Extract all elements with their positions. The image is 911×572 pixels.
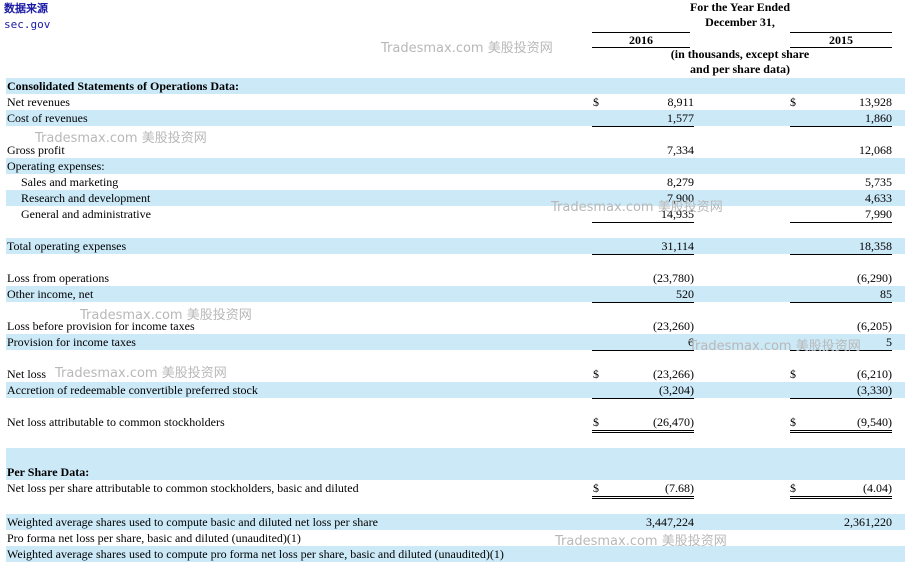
- units-note-line1: (in thousands, except share: [670, 47, 810, 61]
- data-source: 数据来源 sec.gov: [4, 1, 50, 33]
- section-title-operations: Consolidated Statements of Operations Da…: [6, 78, 905, 94]
- value-2015: (9,540): [790, 414, 892, 433]
- row-label: Weighted average shares used to compute …: [7, 547, 504, 561]
- row-label: Consolidated Statements of Operations Da…: [7, 79, 239, 93]
- spacer-row: [6, 398, 905, 414]
- row-label: Sales and marketing: [21, 175, 119, 189]
- table-row-net-loss-per-share: Net loss per share attributable to commo…: [6, 480, 905, 499]
- row-label: Gross profit: [7, 143, 65, 157]
- value-2016: 31,114: [592, 238, 694, 255]
- data-source-site: sec.gov: [4, 18, 51, 31]
- period-header-line2: December 31,: [705, 15, 775, 29]
- year-2016-header: 2016: [592, 32, 690, 48]
- value-2015: 4,633: [865, 191, 892, 205]
- row-label: Research and development: [21, 191, 151, 205]
- row-label: Net loss: [7, 367, 46, 381]
- spacer-row: [6, 350, 905, 366]
- value-2015: (3,330): [790, 382, 892, 399]
- row-label: Cost of revenues: [7, 111, 88, 125]
- watermark: Tradesmax.com 美股投资网: [381, 41, 553, 56]
- row-label: Loss before provision for income taxes: [7, 319, 195, 333]
- table-row-accretion: Accretion of redeemable convertible pref…: [6, 382, 905, 399]
- table-row-operating-expenses: Operating expenses:: [6, 158, 905, 174]
- value-2016: (23,266): [653, 367, 694, 381]
- value-2016: 7,334: [667, 143, 694, 157]
- value-2015: 13,928: [859, 95, 892, 109]
- row-label: Accretion of redeemable convertible pref…: [7, 383, 258, 397]
- units-note-line2: and per share data): [690, 62, 790, 76]
- table-row-gross-profit: Gross profit 7,334 12,068: [6, 142, 905, 158]
- table-row-net-loss: Net loss $ (23,266) $ (6,210): [6, 366, 905, 382]
- row-label: Provision for income taxes: [7, 335, 136, 349]
- value-2015: (4.04): [790, 480, 892, 499]
- value-2015: (6,210): [857, 367, 892, 381]
- year-2015-header: 2015: [790, 32, 892, 48]
- value-2015: 18,358: [790, 238, 892, 255]
- value-2016: 8,279: [667, 175, 694, 189]
- row-label: Pro forma net loss per share, basic and …: [7, 531, 301, 545]
- table-row-provision-taxes: Provision for income taxes 6 5: [6, 334, 905, 351]
- table-row-other-income: Other income, net 520 85: [6, 286, 905, 303]
- table-row-net-revenues: Net revenues $ 8,911 $ 13,928: [6, 94, 905, 110]
- table-row-research-development: Research and development 7,900 4,633: [6, 190, 905, 206]
- units-note: (in thousands, except share and per shar…: [640, 47, 840, 77]
- table-row-sales-marketing: Sales and marketing 8,279 5,735: [6, 174, 905, 190]
- spacer-row: [6, 254, 905, 270]
- value-2016: 1,577: [592, 110, 694, 127]
- value-2015: 12,068: [859, 143, 892, 157]
- spacer-row: [6, 432, 905, 448]
- row-label: General and administrative: [21, 207, 151, 221]
- row-label: Net loss per share attributable to commo…: [7, 481, 359, 495]
- value-2016: 6: [592, 334, 694, 351]
- spacer-row: [6, 448, 905, 464]
- table-row-net-loss-common: Net loss attributable to common stockhol…: [6, 414, 905, 433]
- value-2016: (26,470): [592, 414, 694, 433]
- table-row-pro-forma-net-loss: Pro forma net loss per share, basic and …: [6, 530, 905, 546]
- table-row-general-administrative: General and administrative 14,935 7,990: [6, 206, 905, 223]
- period-header: For the Year Ended December 31,: [640, 0, 840, 30]
- value-2015: 1,860: [790, 110, 892, 127]
- spacer-row: [6, 222, 905, 238]
- period-header-line1: For the Year Ended: [689, 0, 791, 14]
- value-2016: (7.68): [592, 480, 694, 499]
- row-label: Other income, net: [7, 287, 94, 301]
- row-label: Weighted average shares used to compute …: [7, 515, 378, 529]
- value-2016: 8,911: [667, 95, 694, 109]
- data-source-title: 数据来源: [4, 2, 48, 15]
- value-2015: 5: [790, 334, 892, 351]
- value-2016: (3,204): [592, 382, 694, 399]
- table-row-pro-forma-weighted-shares: Weighted average shares used to compute …: [6, 546, 905, 562]
- value-2016: 3,447,224: [646, 515, 694, 529]
- value-2015: 5,735: [865, 175, 892, 189]
- spacer-row: [6, 126, 905, 142]
- value-2016: (23,260): [653, 319, 694, 333]
- value-2016: 7,900: [667, 191, 694, 205]
- value-2015: 7,990: [790, 206, 892, 223]
- spacer-row: [6, 498, 905, 514]
- section-title-per-share: Per Share Data:: [6, 464, 905, 480]
- row-label: Per Share Data:: [7, 465, 90, 479]
- value-2015: (6,290): [857, 271, 892, 285]
- value-2016: 14,935: [592, 206, 694, 223]
- row-label: Net loss attributable to common stockhol…: [7, 415, 225, 429]
- value-2016: (23,780): [653, 271, 694, 285]
- table-row-weighted-average-shares: Weighted average shares used to compute …: [6, 514, 905, 530]
- row-label: Net revenues: [7, 95, 70, 109]
- row-label: Total operating expenses: [7, 239, 127, 253]
- spacer-row: [6, 302, 905, 318]
- value-2015: 2,361,220: [844, 515, 892, 529]
- table-row-loss-before-taxes: Loss before provision for income taxes (…: [6, 318, 905, 334]
- row-label: Loss from operations: [7, 271, 109, 285]
- value-2015: 85: [790, 286, 892, 303]
- value-2015: (6,205): [857, 319, 892, 333]
- row-label: Operating expenses:: [7, 159, 105, 173]
- table-row-total-operating-expenses: Total operating expenses 31,114 18,358: [6, 238, 905, 255]
- table-row-loss-from-operations: Loss from operations (23,780) (6,290): [6, 270, 905, 286]
- value-2016: 520: [592, 286, 694, 303]
- table-row-cost-of-revenues: Cost of revenues 1,577 1,860: [6, 110, 905, 127]
